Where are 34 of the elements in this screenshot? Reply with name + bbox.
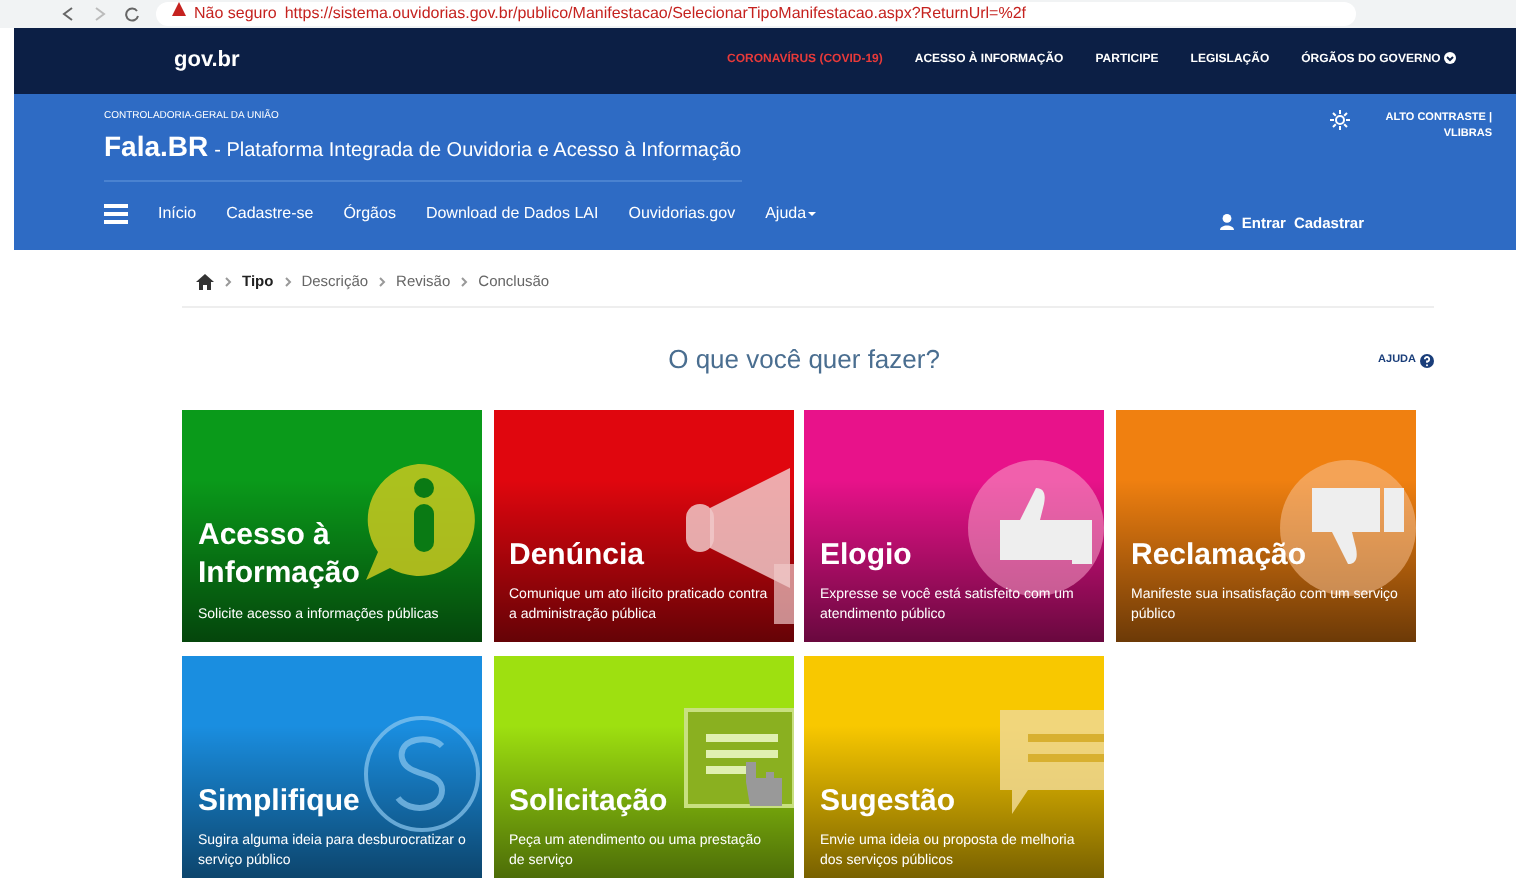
- warning-icon: [172, 2, 186, 16]
- help-icon: [1420, 353, 1434, 368]
- nav-link[interactable]: Ajuda: [765, 202, 819, 227]
- govbr-logo[interactable]: gov.br: [174, 44, 240, 78]
- chevron-icon: [460, 275, 469, 288]
- caret-icon: [806, 210, 819, 219]
- site-subtitle: - Plataforma Integrada de Ouvidoria e Acesso à Informação: [214, 137, 742, 165]
- contrast-icon[interactable]: [1329, 110, 1350, 130]
- tile-title: Acesso à Informação: [198, 518, 362, 594]
- tile-title: Simplifique: [198, 783, 362, 821]
- nav-link[interactable]: Órgãos: [343, 202, 396, 227]
- tile-title: Solicitação: [509, 783, 670, 821]
- chevron-icon: [224, 275, 232, 288]
- nav-link[interactable]: Download de Dados LAI: [425, 202, 599, 227]
- thumbs-up-icon: [968, 460, 1104, 597]
- user-icon: [1219, 214, 1234, 231]
- chevron-icon: [283, 275, 292, 288]
- nav-link[interactable]: Cadastre-se: [226, 202, 314, 227]
- menu-icon[interactable]: [104, 204, 128, 225]
- chevron-icon: [378, 275, 387, 288]
- reload-icon[interactable]: [124, 6, 140, 22]
- nav-link[interactable]: Ouvidorias.gov: [628, 202, 736, 227]
- tile-title: Elogio: [820, 537, 914, 575]
- page-title: O que você quer fazer?: [666, 344, 942, 377]
- site-brand[interactable]: Fala.BR: [104, 125, 209, 167]
- url-text: https://sistema.ouvidorias.gov.br/publico/Manifestacao/SelecionarTipoManifestacao.aspx?ReturnUrl=%2f: [284, 2, 1026, 26]
- tile-title: Sugestão: [820, 783, 958, 821]
- security-warning: Não seguro: [194, 2, 277, 26]
- chevron-icon: [1444, 52, 1456, 65]
- home-icon[interactable]: [196, 273, 214, 290]
- tile-title: Denúncia: [509, 537, 647, 575]
- back-icon[interactable]: [60, 6, 76, 22]
- tile-title: Reclamação: [1131, 537, 1309, 575]
- nav-link[interactable]: Início: [158, 202, 197, 227]
